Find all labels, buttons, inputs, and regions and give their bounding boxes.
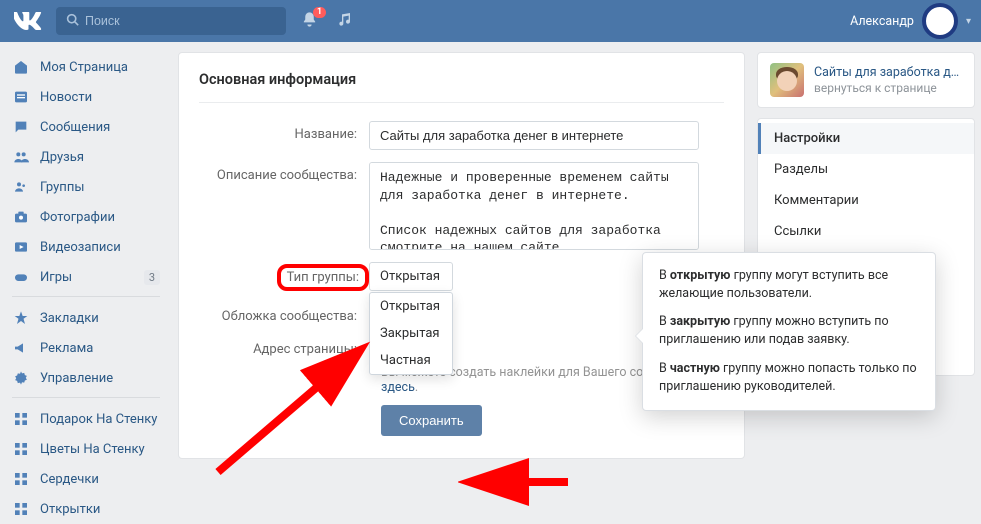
tooltip-line-closed: В закрытую группу можно вступить по приг…	[659, 313, 919, 349]
topbar: 1 Александр ▾	[0, 0, 981, 42]
avatar	[922, 3, 958, 39]
bell-icon[interactable]: 1	[301, 11, 318, 32]
nav-label: Группы	[40, 180, 84, 195]
option-private[interactable]: Частная	[370, 347, 452, 374]
search-input[interactable]	[85, 14, 276, 28]
games-icon	[12, 268, 30, 286]
annotation-arrow-2	[458, 452, 578, 512]
camera-icon	[12, 208, 30, 226]
nav-my-page[interactable]: Моя Страница	[6, 52, 166, 82]
gear-icon	[12, 369, 30, 387]
nav-photos[interactable]: Фотографии	[6, 202, 166, 232]
hint-link[interactable]: здесь	[381, 380, 415, 395]
music-icon[interactable]	[336, 11, 352, 31]
group-type-dropdown: Открытая Закрытая Частная	[369, 292, 453, 375]
tiles-icon	[12, 440, 30, 458]
nav-label: Сердечки	[40, 472, 99, 487]
group-card[interactable]: Сайты для заработка де... вернуться к ст…	[757, 52, 975, 108]
left-nav: Моя Страница Новости Сообщения Друзья Гр…	[6, 52, 166, 524]
user-menu[interactable]: Александр ▾	[850, 3, 971, 39]
tiles-icon	[12, 470, 30, 488]
group-thumb	[770, 63, 804, 97]
group-type-label: Тип группы:	[277, 264, 369, 291]
save-button[interactable]: Сохранить	[381, 405, 482, 436]
nav-label: Открытки	[40, 502, 100, 517]
name-input[interactable]	[369, 121, 699, 150]
tooltip-line-open: В открытую группу могут вступить все жел…	[659, 267, 919, 303]
group-sub: вернуться к странице	[814, 81, 962, 95]
notification-badge: 1	[313, 7, 326, 18]
group-type-select[interactable]: Открытая	[369, 262, 453, 291]
nav-divider	[12, 296, 160, 297]
nav-label: Новости	[40, 90, 92, 105]
description-label: Описание сообщества:	[199, 162, 369, 183]
nav-bookmarks[interactable]: Закладки	[6, 303, 166, 333]
row-name: Название:	[199, 121, 724, 150]
description-input[interactable]: Надежные и проверенные временем сайты дл…	[369, 162, 699, 250]
video-icon	[12, 238, 30, 256]
row-description: Описание сообщества: Надежные и проверен…	[199, 162, 724, 250]
nav-cards[interactable]: Открытки	[6, 494, 166, 524]
menu-settings[interactable]: Настройки	[758, 123, 974, 154]
groups-icon	[12, 178, 30, 196]
nav-label: Управление	[40, 371, 113, 386]
nav-label: Моя Страница	[40, 60, 128, 75]
option-closed[interactable]: Закрытая	[370, 320, 452, 347]
nav-news[interactable]: Новости	[6, 82, 166, 112]
nav-groups[interactable]: Группы	[6, 172, 166, 202]
nav-label: Друзья	[40, 150, 84, 165]
search-icon	[66, 13, 79, 30]
center-column: Основная информация Название: Описание с…	[178, 52, 745, 524]
search-box[interactable]	[56, 7, 286, 35]
nav-divider	[12, 397, 160, 398]
top-icons: 1	[301, 11, 352, 32]
nav-label: Реклама	[40, 341, 93, 356]
nav-messages[interactable]: Сообщения	[6, 112, 166, 142]
messages-icon	[12, 118, 30, 136]
panel-title: Основная информация	[199, 71, 724, 103]
nav-label: Фотографии	[40, 210, 115, 225]
group-type-value: Открытая	[380, 269, 440, 284]
friends-icon	[12, 148, 30, 166]
tooltip-line-private: В частную группу можно попасть только по…	[659, 360, 919, 396]
group-link[interactable]: Сайты для заработка де...	[814, 65, 962, 81]
news-icon	[12, 88, 30, 106]
nav-label: Игры	[40, 270, 72, 285]
address-label: Адрес страницы:	[199, 336, 369, 357]
chevron-down-icon: ▾	[966, 16, 971, 27]
star-icon	[12, 309, 30, 327]
cover-label: Обложка сообщества:	[199, 303, 369, 324]
nav-hearts[interactable]: Сердечки	[6, 464, 166, 494]
nav-label: Закладки	[40, 311, 99, 326]
nav-label: Подарок На Стенку	[40, 412, 157, 427]
name-label: Название:	[199, 121, 369, 142]
group-type-tooltip: В открытую группу могут вступить все жел…	[642, 252, 936, 411]
nav-count: 3	[144, 270, 160, 285]
tooltip-arrow	[636, 329, 643, 343]
nav-gift-wall[interactable]: Подарок На Стенку	[6, 404, 166, 434]
tiles-icon	[12, 410, 30, 428]
nav-label: Сообщения	[40, 120, 110, 135]
menu-links[interactable]: Ссылки	[758, 216, 974, 247]
username-label: Александр	[850, 14, 914, 29]
nav-ads[interactable]: Реклама	[6, 333, 166, 363]
vk-logo[interactable]	[10, 3, 46, 39]
nav-flowers-wall[interactable]: Цветы На Стенку	[6, 434, 166, 464]
menu-comments[interactable]: Комментарии	[758, 185, 974, 216]
nav-videos[interactable]: Видеозаписи	[6, 232, 166, 262]
menu-sections[interactable]: Разделы	[758, 154, 974, 185]
nav-games[interactable]: Игры 3	[6, 262, 166, 292]
option-open[interactable]: Открытая	[370, 293, 452, 320]
nav-label: Цветы На Стенку	[40, 442, 145, 457]
nav-label: Видеозаписи	[40, 240, 121, 255]
megaphone-icon	[12, 339, 30, 357]
tiles-icon	[12, 500, 30, 518]
home-icon	[12, 58, 30, 76]
nav-friends[interactable]: Друзья	[6, 142, 166, 172]
nav-manage[interactable]: Управление	[6, 363, 166, 393]
